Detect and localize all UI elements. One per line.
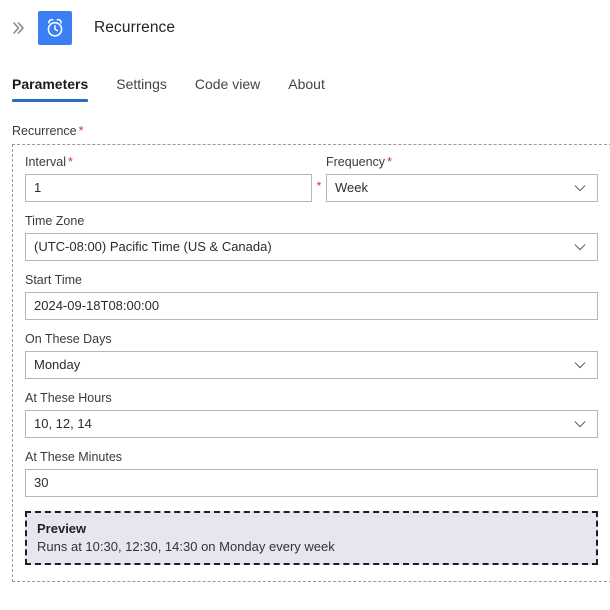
required-asterisk: *	[387, 155, 392, 169]
required-asterisk: *	[68, 155, 73, 169]
recurrence-section-label: Recurrence *	[12, 124, 610, 138]
at-these-hours-value: 10, 12, 14	[34, 416, 92, 431]
at-these-hours-dropdown[interactable]: 10, 12, 14	[25, 410, 598, 438]
time-zone-value: (UTC-08:00) Pacific Time (US & Canada)	[34, 239, 272, 254]
time-zone-label: Time Zone	[25, 214, 85, 228]
panel-header: Recurrence	[0, 0, 610, 56]
start-time-value: 2024-09-18T08:00:00	[34, 298, 160, 313]
preview-box: Preview Runs at 10:30, 12:30, 14:30 on M…	[25, 511, 598, 565]
time-zone-field: Time Zone (UTC-08:00) Pacific Time (US &…	[25, 214, 598, 261]
on-these-days-field: On These Days Monday	[25, 332, 598, 379]
tab-settings[interactable]: Settings	[102, 76, 181, 102]
at-these-minutes-input[interactable]: 30	[25, 469, 598, 497]
preview-title: Preview	[37, 521, 87, 536]
on-these-days-value: Monday	[34, 357, 81, 372]
recurrence-fields-container: Interval * 1 * Frequency * Week Time Zon…	[12, 144, 610, 582]
interval-input[interactable]: 1	[25, 174, 312, 202]
double-chevron-right-icon[interactable]	[6, 15, 32, 41]
at-these-minutes-field: At These Minutes 30	[25, 450, 598, 497]
tab-parameters[interactable]: Parameters	[12, 76, 102, 102]
chevron-down-icon	[574, 421, 586, 428]
frequency-label-text: Frequency	[326, 155, 386, 169]
at-these-hours-label: At These Hours	[25, 391, 112, 405]
preview-text: Runs at 10:30, 12:30, 14:30 on Monday ev…	[37, 539, 335, 554]
interval-label: Interval *	[25, 155, 312, 169]
frequency-value: Week	[335, 180, 368, 195]
tab-code-view[interactable]: Code view	[181, 76, 274, 102]
required-asterisk: *	[78, 124, 84, 138]
tab-bar: Parameters Settings Code view About	[0, 56, 610, 102]
start-time-input[interactable]: 2024-09-18T08:00:00	[25, 292, 598, 320]
recurrence-section-label-text: Recurrence	[12, 124, 77, 138]
start-time-label: Start Time	[25, 273, 82, 287]
chevron-down-icon	[574, 185, 586, 192]
interval-field: Interval * 1	[25, 155, 312, 202]
at-these-minutes-label: At These Minutes	[25, 450, 123, 464]
at-these-hours-field: At These Hours 10, 12, 14	[25, 391, 598, 438]
frequency-label: Frequency *	[326, 155, 598, 169]
page-title: Recurrence	[94, 19, 176, 36]
frequency-field: Frequency * Week	[326, 155, 598, 202]
interval-required-marker-slot: *	[312, 174, 326, 202]
start-time-field: Start Time 2024-09-18T08:00:00	[25, 273, 598, 320]
required-asterisk: *	[316, 179, 322, 193]
interval-label-text: Interval	[25, 155, 66, 169]
on-these-days-label: On These Days	[25, 332, 112, 346]
chevron-down-icon	[574, 244, 586, 251]
tab-about[interactable]: About	[274, 76, 339, 102]
frequency-dropdown[interactable]: Week	[326, 174, 598, 202]
at-these-minutes-value: 30	[34, 475, 49, 490]
interval-value: 1	[34, 180, 42, 195]
interval-frequency-row: Interval * 1 * Frequency * Week	[25, 155, 598, 202]
alarm-clock-icon	[38, 11, 72, 45]
chevron-down-icon	[574, 362, 586, 369]
parameters-panel: Recurrence* Interval* 1 * Frequency*	[0, 124, 610, 582]
time-zone-dropdown[interactable]: (UTC-08:00) Pacific Time (US & Canada)	[25, 233, 598, 261]
on-these-days-dropdown[interactable]: Monday	[25, 351, 598, 379]
